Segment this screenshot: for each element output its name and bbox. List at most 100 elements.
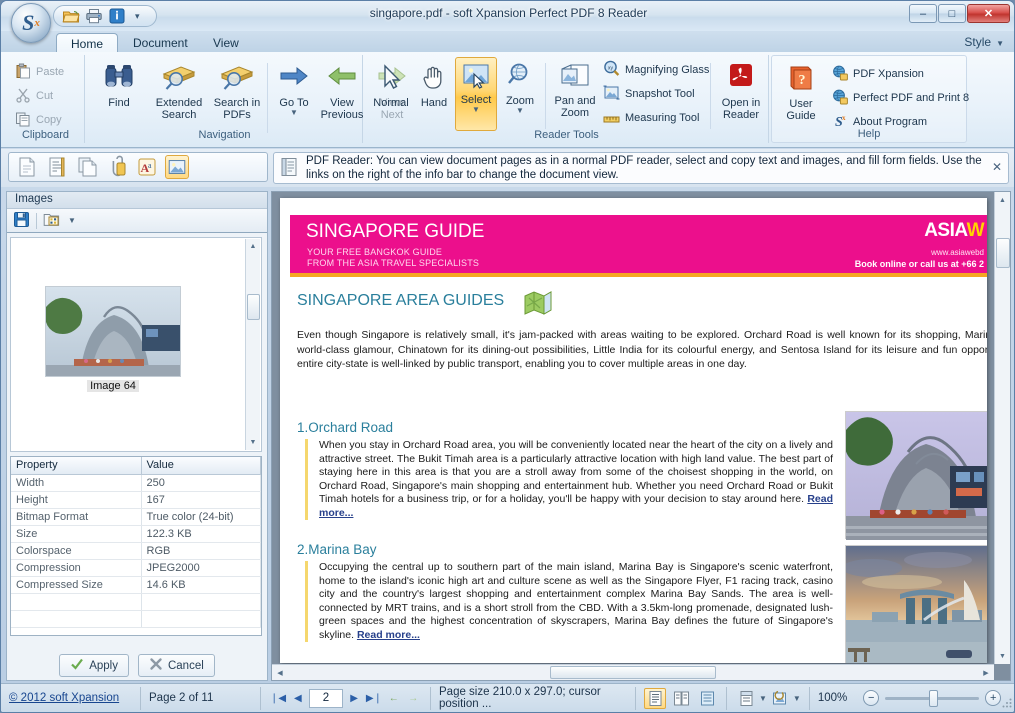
magnifying-glass-label: Magnifying Glass [625, 64, 710, 76]
snapshot-tool-button[interactable]: Snapshot Tool [599, 83, 699, 105]
zoom-out-button[interactable]: − [863, 690, 880, 706]
table-row[interactable]: Compression JPEG2000 [11, 559, 261, 577]
single-page-icon[interactable] [644, 687, 666, 709]
scrollbar-thumb[interactable] [995, 238, 1010, 268]
zoom-tool-button[interactable]: Zoom ▼ [499, 57, 541, 115]
forward-view-button[interactable]: → [404, 689, 422, 708]
select-tool-button[interactable]: Select ▼ [455, 57, 497, 131]
banner-url: www.asiawebd [931, 248, 984, 257]
first-page-button[interactable]: ❘◀ [269, 689, 287, 708]
image-thumbnail[interactable] [45, 286, 181, 377]
measuring-tool-button[interactable]: Measuring Tool [599, 107, 703, 129]
continuous-icon[interactable] [696, 688, 718, 709]
magnifying-glass-button[interactable]: xy Magnifying Glass [599, 59, 713, 81]
document-vertical-scrollbar[interactable]: ▲ ▼ [994, 192, 1010, 664]
paste-button[interactable]: Paste [11, 61, 68, 83]
scroll-track[interactable] [288, 665, 978, 680]
cancel-button[interactable]: Cancel [137, 654, 215, 677]
zoom-in-button[interactable]: + [985, 690, 1002, 706]
resize-grip[interactable] [1001, 697, 1013, 709]
back-view-button[interactable]: ← [385, 689, 403, 708]
table-row[interactable]: Compressed Size 14.6 KB [11, 576, 261, 594]
zoom-slider-track[interactable] [885, 689, 980, 707]
search-in-pdfs-label: Search in PDFs [213, 97, 261, 121]
document-view[interactable]: SINGAPORE GUIDE YOUR FREE BANGKOK GUIDE … [271, 191, 1011, 681]
pdf-xpansion-link[interactable]: PDF Xpansion [828, 63, 928, 85]
go-to-button[interactable]: Go To ▼ [275, 57, 313, 117]
rotate-view-icon[interactable] [769, 688, 791, 709]
scroll-down-icon[interactable]: ▼ [246, 435, 261, 450]
pan-and-zoom-label: Pan and Zoom [554, 95, 596, 119]
cut-button[interactable]: Cut [11, 85, 57, 107]
scrollbar-thumb[interactable] [246, 294, 260, 320]
find-button[interactable]: Find [91, 57, 147, 109]
zoom-slider-handle[interactable] [929, 689, 939, 707]
scroll-up-icon[interactable]: ▲ [246, 239, 261, 254]
pan-and-zoom-button[interactable]: Pan and Zoom [551, 57, 599, 119]
table-row[interactable]: Height 167 [11, 491, 261, 509]
images-panel-scrollbar[interactable]: ▲ ▼ [245, 239, 260, 450]
maximize-button[interactable]: □ [938, 4, 966, 23]
page-view-icon[interactable] [15, 155, 39, 179]
paste-label: Paste [36, 66, 65, 78]
hand-tool-button[interactable]: Hand [415, 57, 453, 109]
user-guide-button[interactable]: ? User Guide [776, 58, 826, 122]
image-properties-table: Property Value Width 250 Height 167 Bitm… [10, 456, 262, 636]
zoom-slider[interactable]: − + [855, 689, 1009, 707]
facing-pages-icon[interactable] [670, 688, 692, 709]
table-row[interactable]: Colorspace RGB [11, 542, 261, 560]
table-row[interactable]: Width 250 [11, 474, 261, 492]
page-layout-icon[interactable] [735, 688, 757, 709]
extra-tools-section: ▼ ▼ [727, 686, 810, 710]
scroll-up-icon[interactable]: ▲ [995, 192, 1011, 208]
search-in-pdfs-button[interactable]: Search in PDFs [211, 57, 263, 121]
app-logo-icon[interactable]: Sx [11, 3, 51, 43]
style-menu-button[interactable]: Style ▼ [964, 35, 1004, 49]
perfect-pdf-print-link[interactable]: Perfect PDF and Print 8 [828, 87, 973, 109]
open-in-reader-button[interactable]: Open in Reader [717, 57, 765, 121]
page-number-input[interactable]: 2 [308, 688, 344, 708]
text-view-icon[interactable] [45, 155, 69, 179]
copy-button[interactable]: Copy [11, 109, 66, 131]
scroll-right-icon[interactable]: ▶ [978, 669, 994, 677]
scroll-left-icon[interactable]: ◀ [272, 669, 288, 677]
export-images-icon[interactable] [43, 211, 62, 231]
read-more-link[interactable]: Read more... [357, 629, 420, 641]
scrollbar-thumb[interactable] [550, 665, 716, 679]
view-previous-button[interactable]: View Previous [315, 57, 369, 121]
apply-button[interactable]: Apply [59, 654, 129, 677]
copyright-link[interactable]: © 2012 soft Xpansion [9, 692, 119, 704]
image-thumbnail-item[interactable]: Image 64 [45, 286, 181, 392]
attachments-icon[interactable] [105, 155, 129, 179]
chevron-down-icon[interactable]: ▼ [793, 694, 801, 702]
panel-action-buttons: Apply Cancel [7, 654, 267, 677]
chevron-down-icon[interactable]: ▼ [759, 694, 767, 702]
tab-document[interactable]: Document [119, 33, 202, 53]
table-row[interactable]: Bitmap Format True color (24-bit) [11, 508, 261, 526]
tab-view[interactable]: View [199, 33, 253, 53]
extended-search-button[interactable]: Extended Search [149, 57, 209, 121]
scroll-down-icon[interactable]: ▼ [995, 648, 1011, 664]
copy-icon [15, 111, 31, 130]
images-panel-header: Images [7, 192, 267, 209]
close-icon[interactable]: ✕ [992, 160, 1002, 174]
tab-home[interactable]: Home [56, 33, 119, 53]
images-view-icon[interactable] [165, 155, 189, 179]
save-image-icon[interactable] [13, 211, 30, 231]
marina-bay-photo[interactable] [842, 545, 987, 663]
normal-tool-button[interactable]: Normal [369, 57, 413, 109]
pdf-page[interactable]: SINGAPORE GUIDE YOUR FREE BANGKOK GUIDE … [280, 198, 987, 663]
orchard-road-photo[interactable] [844, 411, 987, 540]
fonts-icon[interactable]: A a [135, 155, 159, 179]
page-navigation-section: ❘◀ ◀ 2 ▶ ▶❘ ← → [261, 686, 431, 710]
copy-pages-icon[interactable] [75, 155, 99, 179]
previous-page-button[interactable]: ◀ [289, 689, 307, 708]
next-page-button[interactable]: ▶ [345, 689, 363, 708]
close-button[interactable]: ✕ [967, 4, 1010, 23]
select-image-icon [461, 63, 491, 92]
document-horizontal-scrollbar[interactable]: ◀ ▶ [272, 664, 994, 680]
last-page-button[interactable]: ▶❘ [365, 689, 383, 708]
minimize-button[interactable]: – [909, 4, 937, 23]
chevron-down-icon[interactable]: ▼ [68, 217, 76, 225]
table-row[interactable]: Size 122.3 KB [11, 525, 261, 543]
